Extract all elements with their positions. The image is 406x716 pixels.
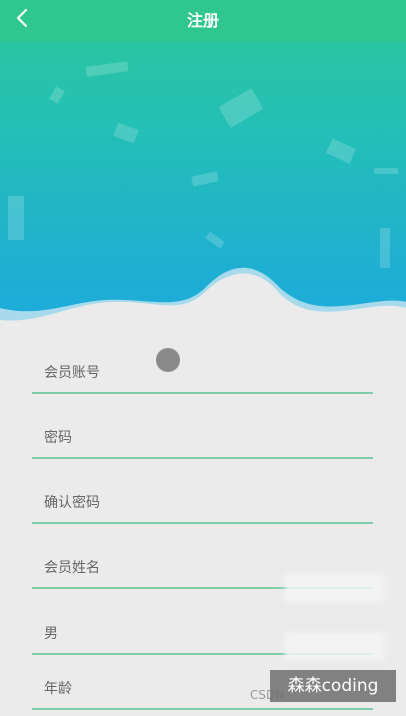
wave-divider xyxy=(0,267,406,340)
decor-shard xyxy=(49,86,65,104)
decor-shard xyxy=(191,171,219,187)
confirm-password-input[interactable] xyxy=(44,490,373,516)
confirm-password-field[interactable] xyxy=(32,478,373,524)
password-field[interactable] xyxy=(32,413,373,459)
decor-shard xyxy=(218,88,264,128)
page-title: 注册 xyxy=(186,11,219,30)
blur-overlay xyxy=(285,632,385,660)
decor-shard xyxy=(374,168,398,174)
decor-shard xyxy=(325,138,357,164)
decor-shard xyxy=(8,196,24,240)
password-input[interactable] xyxy=(44,425,373,451)
top-app-bar: 注册 xyxy=(0,0,406,42)
watermark-label: 森森coding xyxy=(287,676,379,696)
decor-shard xyxy=(113,122,139,144)
hero-banner xyxy=(0,0,406,340)
member-account-input[interactable] xyxy=(44,360,373,386)
blur-overlay xyxy=(285,574,385,602)
decor-shard xyxy=(85,61,129,77)
touch-indicator xyxy=(156,348,180,372)
member-account-field[interactable] xyxy=(32,348,373,394)
